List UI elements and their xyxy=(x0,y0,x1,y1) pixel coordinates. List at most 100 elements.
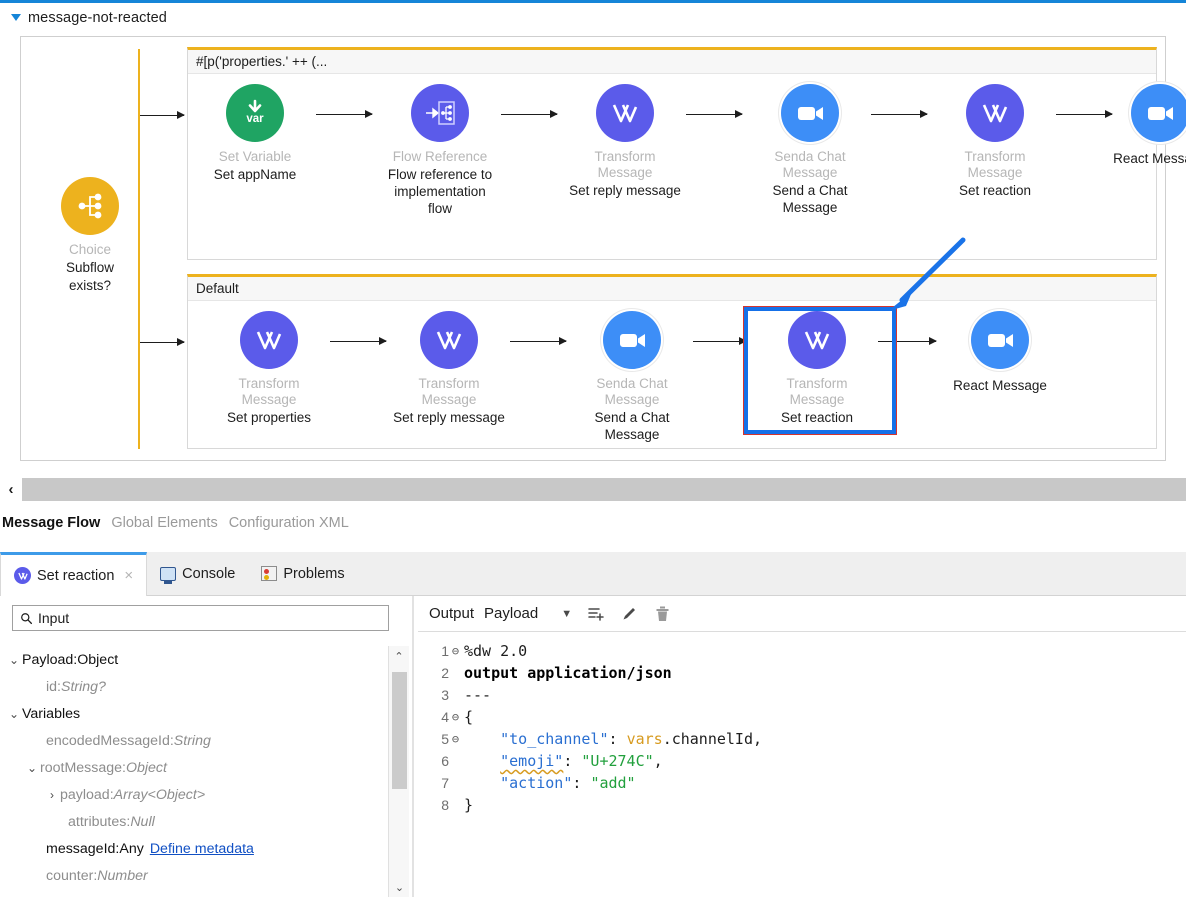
flow-node-transform-message-2[interactable]: Transform Message Set reaction xyxy=(936,84,1054,199)
editor-tab-bar[interactable]: Set reaction × Console Problems xyxy=(0,552,1186,596)
line-number: 2 xyxy=(441,665,449,681)
fold-icon[interactable]: ⊖ xyxy=(449,732,462,746)
scroll-up-icon[interactable]: ⌃ xyxy=(389,646,409,666)
input-tree-scrollbar[interactable]: ⌃ ⌄ xyxy=(388,646,409,897)
chevron-down-icon[interactable]: ⌄ xyxy=(6,653,22,667)
edit-pencil-icon[interactable] xyxy=(621,606,637,622)
search-icon xyxy=(21,612,33,624)
close-icon[interactable]: × xyxy=(124,567,133,584)
flow-node-set-reply-message[interactable]: Transform Message Set reply message xyxy=(390,311,508,426)
tab-problems[interactable]: Problems xyxy=(248,552,357,595)
chevron-down-icon[interactable]: ⌄ xyxy=(6,707,22,721)
tree-item-type: Array<Object> xyxy=(113,786,206,803)
connector xyxy=(510,337,567,345)
node-label-2: exists? xyxy=(68,278,112,293)
node-label: Set reply message xyxy=(569,183,681,198)
tree-item-id[interactable]: id : String? xyxy=(0,673,388,700)
node-type: Transform Message xyxy=(594,149,656,180)
connector xyxy=(693,337,747,345)
flow-node-transform-message-1[interactable]: Transform Message Set reply message xyxy=(566,84,684,199)
tree-item-payload-array[interactable]: › payload : Array<Object> xyxy=(0,781,388,808)
tree-item-name: messageId xyxy=(46,840,116,857)
tree-item-name: rootMessage xyxy=(40,759,123,776)
flow-node-choice[interactable]: Choice Subflow exists? xyxy=(43,177,137,294)
flow-node-set-reaction-selected[interactable]: Transform Message Set reaction xyxy=(758,311,876,426)
add-list-icon[interactable] xyxy=(588,606,605,621)
code-token: .channelId, xyxy=(662,730,763,748)
output-target[interactable]: Payload xyxy=(484,605,538,622)
code-line: 1 ⊖ %dw 2.0 xyxy=(418,640,1186,662)
node-label: Flow reference to implementation flow xyxy=(387,167,493,216)
tree-item-rootmessage[interactable]: ⌄ rootMessage : Object xyxy=(0,754,388,781)
connector xyxy=(878,337,937,345)
delete-trash-icon[interactable] xyxy=(656,606,669,622)
tree-item-attributes[interactable]: attributes : Null xyxy=(0,808,388,835)
node-type: Transform Message xyxy=(964,149,1026,180)
tree-item-encodedmessageid[interactable]: encodedMessageId : String xyxy=(0,727,388,754)
scroll-left-button[interactable]: ‹ xyxy=(0,478,22,501)
tree-item-type: Null xyxy=(130,813,155,830)
view-tab-bar[interactable]: Message Flow Global Elements Configurati… xyxy=(0,506,1186,540)
flow-header[interactable]: message-not-reacted xyxy=(0,3,1186,32)
scroll-down-icon[interactable]: ⌄ xyxy=(389,877,410,897)
flow-node-react-message-1[interactable]: React Message xyxy=(1101,84,1186,167)
node-type: Transform Message xyxy=(418,376,480,407)
flow-node-flow-reference[interactable]: Flow Reference Flow reference to impleme… xyxy=(381,84,499,217)
tree-item-name: encodedMessageId xyxy=(46,732,170,749)
flow-canvas[interactable]: message-not-reacted Choice Subflow exist… xyxy=(0,0,1186,478)
flow-node-send-chat-message-2[interactable]: Senda Chat Message Send a Chat Message xyxy=(573,311,691,443)
pane-divider[interactable] xyxy=(412,596,414,897)
video-camera-icon xyxy=(781,84,839,142)
node-label: Set reply message xyxy=(393,410,505,425)
flow-node-react-message-2[interactable]: React Message xyxy=(941,311,1059,394)
fold-icon[interactable]: ⊖ xyxy=(449,644,462,658)
branch-body: var Set Variable Set appName Flow Refere… xyxy=(188,74,1186,259)
search-input[interactable]: Input xyxy=(12,605,389,631)
chevron-right-icon[interactable]: › xyxy=(44,788,60,802)
dataweave-code-editor[interactable]: 1 ⊖ %dw 2.0 2 output application/json 3 --- … xyxy=(418,633,1186,897)
tab-set-reaction[interactable]: Set reaction × xyxy=(0,552,148,596)
horizontal-scrollbar[interactable]: ‹ xyxy=(0,478,1186,501)
set-variable-icon: var xyxy=(226,84,284,142)
flow-branch-conditional: #[p('properties.' ++ (... var Set Variab… xyxy=(187,47,1186,260)
define-metadata-link[interactable]: Define metadata xyxy=(150,841,254,857)
transform-message-icon xyxy=(596,84,654,142)
flow-node-set-variable[interactable]: var Set Variable Set appName xyxy=(196,84,314,183)
scrollbar-thumb[interactable] xyxy=(392,672,407,789)
node-label: React Message xyxy=(953,378,1047,393)
connector xyxy=(686,110,743,118)
tree-item-messageid[interactable]: messageId : Any Define metadata xyxy=(0,835,388,862)
tree-item-counter[interactable]: counter : Number xyxy=(0,862,388,889)
code-line: 7 "action": "add" xyxy=(418,772,1186,794)
code-token: "emoji" xyxy=(500,752,564,770)
view-tab-global-elements[interactable]: Global Elements xyxy=(111,515,217,531)
connector xyxy=(871,110,928,118)
dropdown-caret-icon[interactable]: ▼ xyxy=(561,608,572,620)
tree-item-name: Payload xyxy=(22,651,74,668)
fold-icon[interactable]: ⊖ xyxy=(449,710,462,724)
chevron-down-icon[interactable]: ⌄ xyxy=(24,761,40,775)
flow-node-send-chat-message-1[interactable]: Senda Chat Message Send a Chat Message xyxy=(751,84,869,216)
input-tree[interactable]: ⌄ Payload : Object id : String? ⌄ Variab… xyxy=(0,646,388,897)
view-tab-message-flow[interactable]: Message Flow xyxy=(2,515,100,531)
code-line: 6 "emoji": "U+274C", xyxy=(418,750,1186,772)
code-token: : xyxy=(608,730,627,748)
tree-item-name: attributes xyxy=(68,813,127,830)
problems-icon xyxy=(261,566,278,581)
transform-message-icon xyxy=(788,311,846,369)
tree-item-payload[interactable]: ⌄ Payload : Object xyxy=(0,646,388,673)
tree-item-variables[interactable]: ⌄ Variables xyxy=(0,700,388,727)
flow-node-set-properties[interactable]: Transform Message Set properties xyxy=(210,311,328,426)
view-tab-configuration-xml[interactable]: Configuration XML xyxy=(229,515,349,531)
tab-console[interactable]: Console xyxy=(147,552,248,595)
code-token: , xyxy=(653,752,663,770)
spine-arrow-top xyxy=(140,111,185,119)
node-type: Senda Chat Message xyxy=(596,376,668,407)
line-number: 4 xyxy=(441,709,449,725)
triangle-down-icon[interactable] xyxy=(11,14,21,21)
tree-item-type: Number xyxy=(97,867,148,884)
code-line: 4 ⊖{ xyxy=(418,706,1186,728)
line-number: 3 xyxy=(441,687,449,703)
node-type: Flow Reference xyxy=(392,149,488,164)
